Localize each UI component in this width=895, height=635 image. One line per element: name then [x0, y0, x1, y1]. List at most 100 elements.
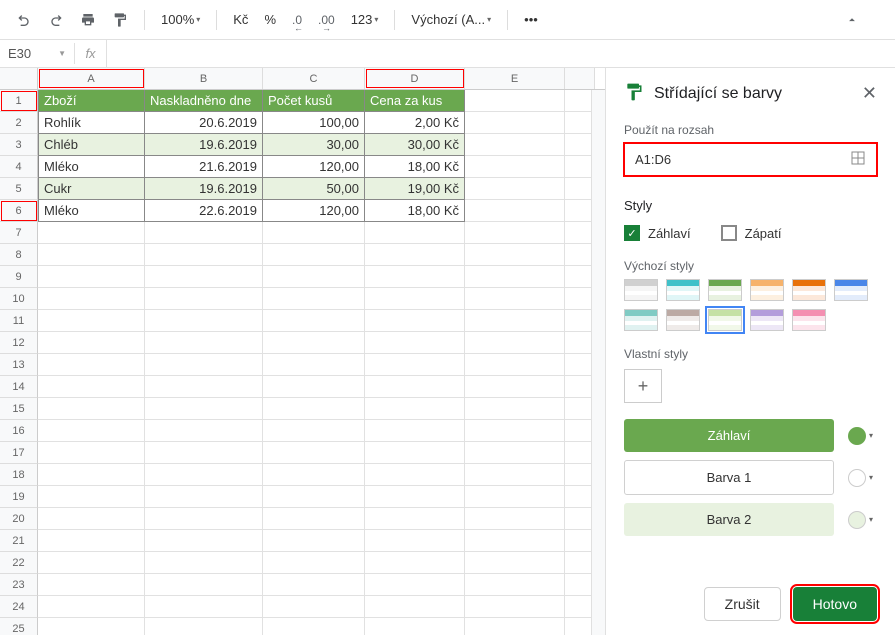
- cell[interactable]: [38, 376, 145, 398]
- row-header-2[interactable]: 2: [0, 112, 38, 134]
- style-swatch[interactable]: [624, 279, 658, 301]
- cell[interactable]: [263, 332, 365, 354]
- cell[interactable]: [365, 244, 465, 266]
- row-header-16[interactable]: 16: [0, 420, 38, 442]
- cell[interactable]: 18,00 Kč: [365, 200, 465, 222]
- cell[interactable]: [38, 464, 145, 486]
- cell[interactable]: Rohlík: [38, 112, 145, 134]
- cell[interactable]: [263, 464, 365, 486]
- cell[interactable]: [365, 596, 465, 618]
- font-dropdown[interactable]: Výchozí (A...▾: [407, 10, 495, 29]
- style-swatch[interactable]: [708, 309, 742, 331]
- formula-input[interactable]: [107, 43, 895, 64]
- row-header-5[interactable]: 5: [0, 178, 38, 200]
- cell[interactable]: [38, 574, 145, 596]
- style-swatch[interactable]: [624, 309, 658, 331]
- row-header-24[interactable]: 24: [0, 596, 38, 618]
- cell[interactable]: [145, 508, 263, 530]
- cell[interactable]: 30,00: [263, 134, 365, 156]
- cell[interactable]: [365, 398, 465, 420]
- style-swatch[interactable]: [792, 279, 826, 301]
- cell[interactable]: [145, 222, 263, 244]
- row-header-20[interactable]: 20: [0, 508, 38, 530]
- cell[interactable]: 19,00 Kč: [365, 178, 465, 200]
- color1-picker[interactable]: ▾: [844, 465, 877, 491]
- row-header-14[interactable]: 14: [0, 376, 38, 398]
- currency-button[interactable]: Kč: [229, 8, 252, 31]
- cell[interactable]: [145, 442, 263, 464]
- cell[interactable]: [465, 266, 565, 288]
- col-header-d[interactable]: D: [365, 68, 465, 89]
- close-button[interactable]: ✕: [862, 83, 877, 104]
- collapse-toolbar-button[interactable]: [841, 9, 863, 31]
- cell[interactable]: [365, 464, 465, 486]
- cell[interactable]: [145, 596, 263, 618]
- cell[interactable]: [38, 552, 145, 574]
- style-swatch[interactable]: [666, 279, 700, 301]
- cell[interactable]: 19.6.2019: [145, 178, 263, 200]
- cell[interactable]: [365, 574, 465, 596]
- cell[interactable]: [38, 420, 145, 442]
- cell[interactable]: [365, 310, 465, 332]
- cell[interactable]: [145, 618, 263, 635]
- cell[interactable]: [263, 244, 365, 266]
- cell[interactable]: [38, 288, 145, 310]
- cell[interactable]: [365, 222, 465, 244]
- cell[interactable]: [263, 222, 365, 244]
- row-header-13[interactable]: 13: [0, 354, 38, 376]
- cell[interactable]: 20.6.2019: [145, 112, 263, 134]
- header-color-picker[interactable]: ▾: [844, 423, 877, 449]
- decrease-decimal-button[interactable]: .0←: [288, 9, 306, 31]
- header-checkbox[interactable]: ✓: [624, 225, 640, 241]
- cell[interactable]: Chléb: [38, 134, 145, 156]
- cell[interactable]: 120,00: [263, 200, 365, 222]
- cell[interactable]: [38, 244, 145, 266]
- cell[interactable]: [145, 530, 263, 552]
- cell[interactable]: 120,00: [263, 156, 365, 178]
- col-header-c[interactable]: C: [263, 68, 365, 89]
- header-checkbox-item[interactable]: ✓ Záhlaví: [624, 225, 691, 241]
- cell[interactable]: [365, 508, 465, 530]
- cell[interactable]: [263, 266, 365, 288]
- add-custom-style-button[interactable]: +: [624, 369, 662, 403]
- increase-decimal-button[interactable]: .00→: [314, 9, 339, 31]
- row-header-8[interactable]: 8: [0, 244, 38, 266]
- cell[interactable]: Cena za kus: [365, 90, 465, 112]
- cell[interactable]: [263, 574, 365, 596]
- cell[interactable]: Naskladněno dne: [145, 90, 263, 112]
- cell[interactable]: [38, 222, 145, 244]
- cell[interactable]: 100,00: [263, 112, 365, 134]
- style-swatch[interactable]: [792, 309, 826, 331]
- cell[interactable]: [365, 552, 465, 574]
- cell[interactable]: [145, 244, 263, 266]
- row-header-6[interactable]: 6: [0, 200, 38, 222]
- cell[interactable]: [38, 442, 145, 464]
- cell[interactable]: [145, 552, 263, 574]
- cell[interactable]: [365, 266, 465, 288]
- cell[interactable]: [465, 508, 565, 530]
- cell[interactable]: 30,00 Kč: [365, 134, 465, 156]
- cell[interactable]: Mléko: [38, 156, 145, 178]
- select-all-corner[interactable]: [0, 68, 38, 89]
- row-header-1[interactable]: 1: [0, 90, 38, 112]
- done-button[interactable]: Hotovo: [793, 587, 877, 621]
- cell[interactable]: [145, 574, 263, 596]
- cell[interactable]: [145, 398, 263, 420]
- cell[interactable]: [465, 310, 565, 332]
- cell[interactable]: [465, 574, 565, 596]
- cell[interactable]: [38, 530, 145, 552]
- cell[interactable]: [365, 530, 465, 552]
- cell[interactable]: [263, 596, 365, 618]
- cell[interactable]: [145, 266, 263, 288]
- cell[interactable]: [465, 618, 565, 635]
- col-header-b[interactable]: B: [145, 68, 263, 89]
- cell[interactable]: 19.6.2019: [145, 134, 263, 156]
- cell[interactable]: [365, 618, 465, 635]
- cell[interactable]: [465, 244, 565, 266]
- cell[interactable]: [465, 398, 565, 420]
- cell[interactable]: [145, 310, 263, 332]
- row-header-10[interactable]: 10: [0, 288, 38, 310]
- row-header-19[interactable]: 19: [0, 486, 38, 508]
- cell[interactable]: [465, 332, 565, 354]
- undo-button[interactable]: [12, 8, 36, 32]
